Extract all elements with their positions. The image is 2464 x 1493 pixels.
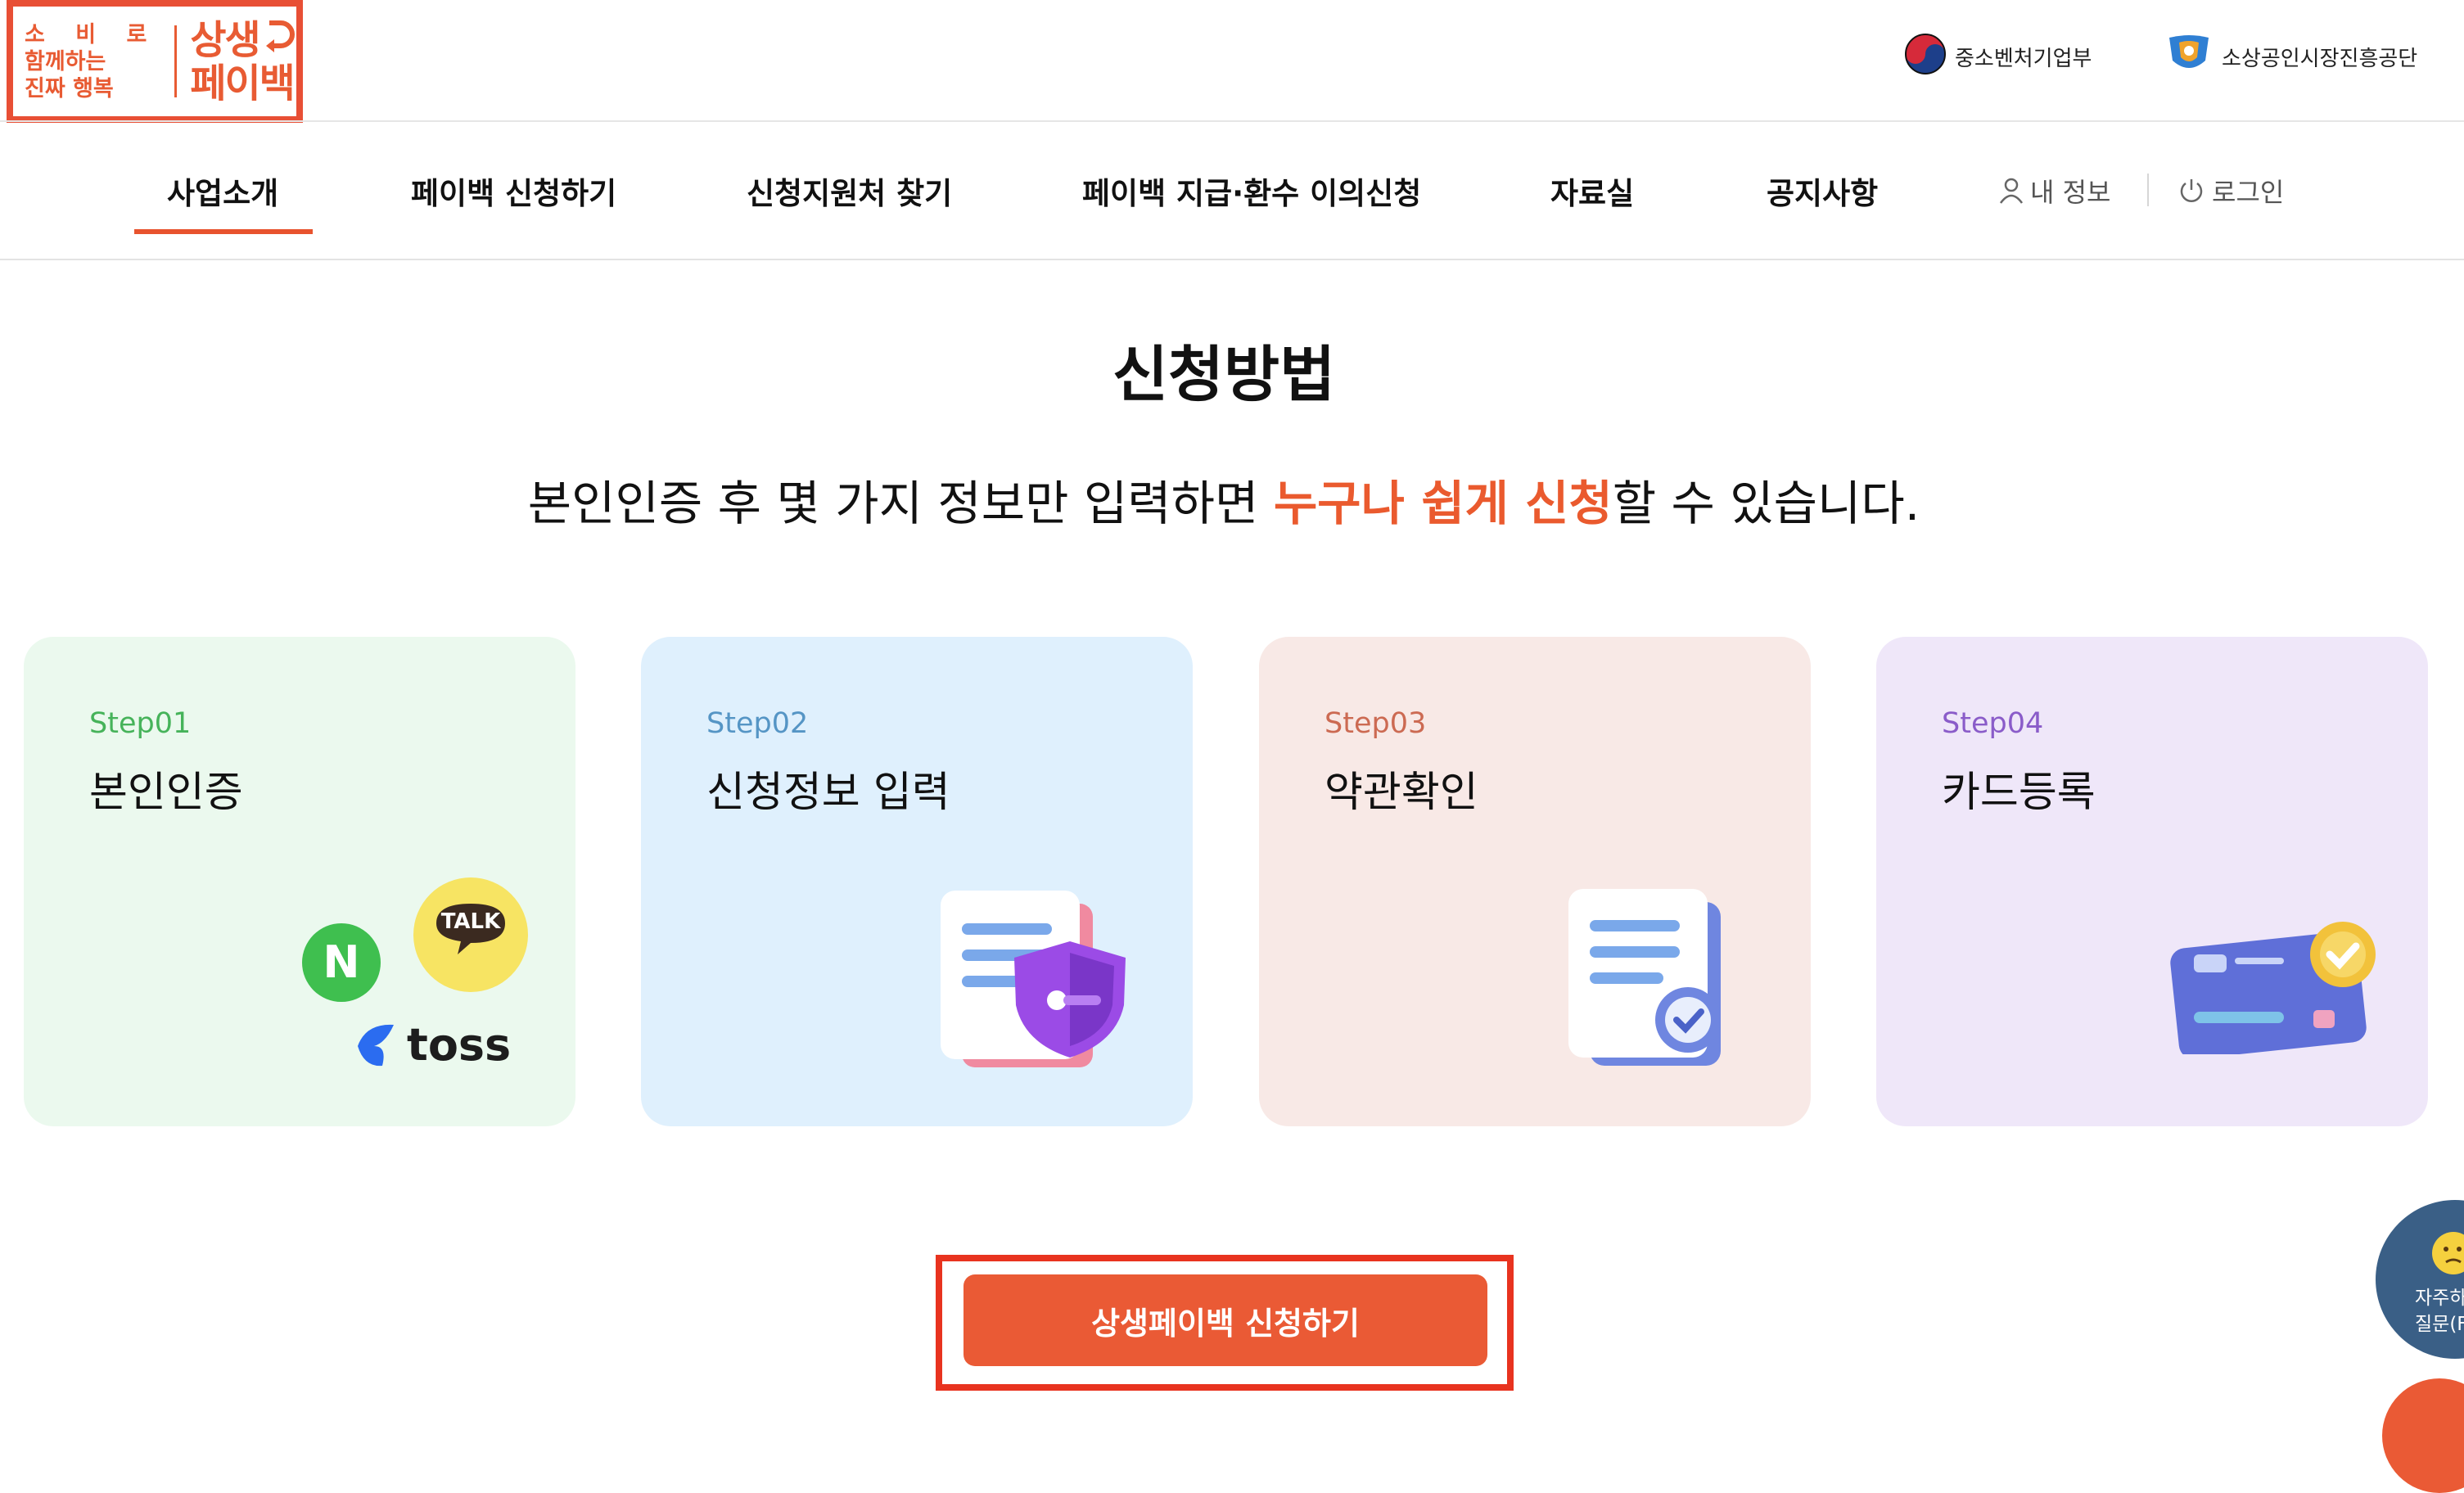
subtitle-prefix: 본인인증 후 몇 가지 정보만 입력하면 [527, 476, 1274, 531]
talk-label: TALK [440, 909, 501, 934]
step-card-terms: Step03 약관확인 [1259, 637, 1811, 1126]
step-number: Step04 [1942, 707, 2044, 740]
power-icon [2180, 179, 2203, 202]
nav-item-about[interactable]: 사업소개 [167, 169, 278, 213]
nav-item-objection[interactable]: 페이백 지급·환수 이의신청 [1082, 169, 1421, 213]
logo-brand-line2: 페이백 [190, 61, 295, 106]
gov-link-semas[interactable]: 소상공인시장진흥공단 [2164, 33, 2417, 81]
faq-label: 자주하 질문(F [2415, 1288, 2464, 1335]
naver-icon: N [300, 922, 382, 1007]
step-title: 약관확인 [1325, 769, 1478, 817]
logo-tagline-line2: 함께하는 [25, 48, 106, 74]
return-arrow-icon [263, 18, 296, 62]
nav-item-find-center[interactable]: 신청지원처 찾기 [747, 169, 952, 213]
step-card-card-registration: Step04 카드등록 [1876, 637, 2428, 1126]
gov-link-label: 소상공인시장진흥공단 [2222, 47, 2418, 71]
nav-active-indicator [134, 229, 313, 234]
step-card-info: Step02 신청정보 입력 [641, 637, 1193, 1126]
page-subtitle: 본인인증 후 몇 가지 정보만 입력하면 누구나 쉽게 신청할 수 있습니다. [0, 465, 2448, 534]
nav-item-resources[interactable]: 자료실 [1550, 169, 1634, 213]
subtitle-highlight: 누구나 쉽게 신청 [1273, 476, 1613, 531]
apply-payback-button[interactable]: 상생페이백 신청하기 [963, 1274, 1487, 1366]
logo-tagline-line1: 소 비 로 [25, 21, 159, 47]
page-title: 신청방법 [1112, 340, 1336, 410]
nav-divider [0, 259, 2464, 260]
step-title: 본인인증 [89, 769, 243, 817]
kakao-talk-icon: TALK [412, 876, 530, 997]
toss-icon: toss [350, 1018, 511, 1071]
my-info-link[interactable]: 내 정보 [1999, 172, 2111, 210]
floating-action-button[interactable] [2382, 1378, 2464, 1493]
card-check-icon [2161, 907, 2387, 1059]
document-shield-icon [929, 882, 1144, 1079]
semas-logo-icon [2164, 33, 2214, 81]
util-separator [2147, 174, 2149, 206]
login-link[interactable]: 로그인 [2177, 172, 2284, 210]
user-icon [1999, 178, 2024, 204]
step-number: Step03 [1325, 707, 1427, 740]
step-card-verification: Step01 본인인증 N TALK toss [24, 637, 575, 1126]
step-title: 카드등록 [1942, 769, 2096, 817]
korea-taegeuk-icon [1904, 33, 1947, 81]
gov-link-label: 중소벤처기업부 [1955, 47, 2092, 71]
faq-floating-button[interactable]: 자주하 질문(F [2376, 1200, 2464, 1359]
logo-tagline-line3: 진짜 행복 [25, 75, 114, 101]
step-number: Step02 [706, 707, 809, 740]
logo-brand-line1: 상생 [190, 17, 260, 63]
nav-item-notices[interactable]: 공지사항 [1767, 169, 1878, 213]
step-title: 신청정보 입력 [706, 769, 950, 817]
nav-item-apply[interactable]: 페이백 신청하기 [411, 169, 616, 213]
gov-link-mss[interactable]: 중소벤처기업부 [1904, 33, 2092, 81]
subtitle-suffix: 할 수 있습니다. [1612, 476, 1920, 531]
logo-brand: 상생 페이백 [190, 18, 295, 105]
naver-label: N [323, 936, 360, 988]
thinking-face-icon [2430, 1229, 2464, 1283]
my-info-label: 내 정보 [2030, 177, 2111, 208]
document-check-icon [1557, 881, 1737, 1077]
logo-tagline: 소 비 로 함께하는 진짜 행복 [25, 21, 158, 102]
login-label: 로그인 [2212, 177, 2285, 208]
logo-divider [174, 25, 178, 97]
step-number: Step01 [89, 707, 192, 740]
site-logo[interactable]: 소 비 로 함께하는 진짜 행복 상생 페이백 [7, 0, 303, 123]
header-divider [0, 120, 2464, 122]
toss-label: toss [407, 1018, 512, 1071]
